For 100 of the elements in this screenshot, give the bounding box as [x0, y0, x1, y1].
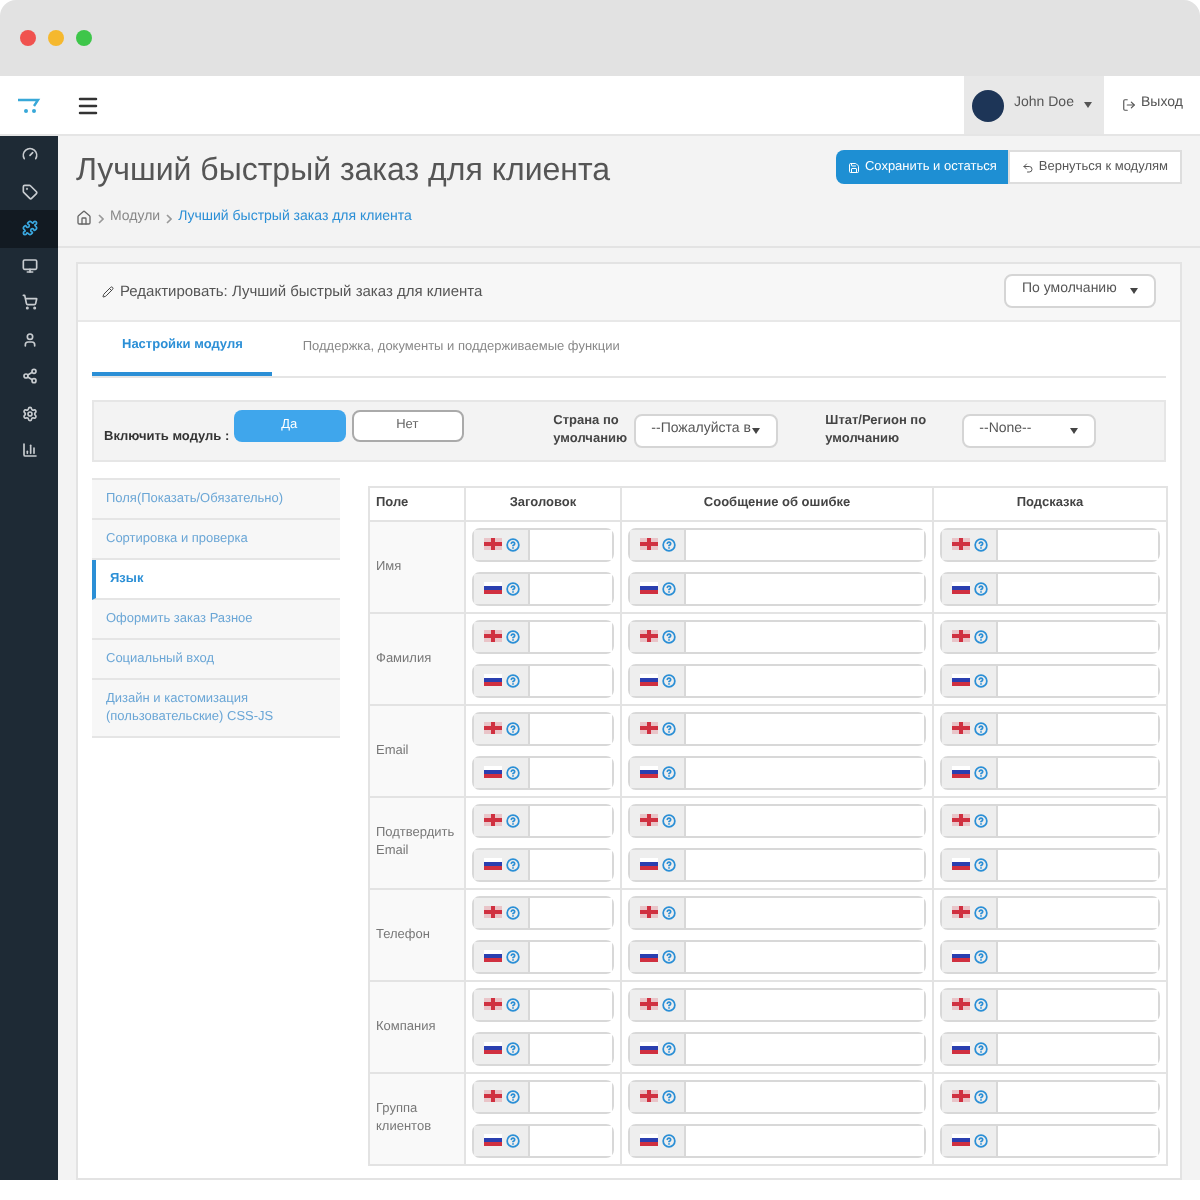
help-icon: [505, 673, 519, 687]
help-icon: [661, 813, 675, 827]
text-input[interactable]: [940, 803, 1160, 837]
help-icon: [973, 1133, 987, 1147]
text-input[interactable]: [472, 895, 614, 929]
russia-flag-icon: [483, 1134, 501, 1146]
help-icon: [505, 1133, 519, 1147]
text-input[interactable]: [472, 939, 614, 973]
help-icon: [505, 857, 519, 871]
text-input[interactable]: [472, 755, 614, 789]
cart-icon: [21, 294, 37, 311]
help-icon: [973, 1041, 987, 1055]
monitor-icon: [21, 257, 37, 274]
uk-flag-icon: [483, 722, 501, 734]
uk-flag-icon: [951, 1090, 969, 1102]
uk-flag-icon: [639, 814, 657, 826]
help-icon: [661, 1133, 675, 1147]
page-title: Лучший быстрый заказ для клиента: [76, 152, 613, 192]
russia-flag-icon: [639, 674, 657, 686]
chevron-icon: [98, 213, 104, 224]
caret-icon: [751, 427, 760, 433]
russia-flag-icon: [639, 950, 657, 962]
help-icon: [505, 1041, 519, 1055]
text-input[interactable]: [628, 987, 926, 1021]
home-icon[interactable]: [76, 210, 92, 227]
russia-flag-icon: [483, 674, 501, 686]
text-input[interactable]: [472, 619, 614, 653]
text-input[interactable]: [628, 1079, 926, 1113]
save-icon: [848, 161, 861, 173]
text-input[interactable]: [472, 1123, 614, 1157]
caret-icon: [1069, 427, 1078, 433]
text-input[interactable]: [628, 619, 926, 653]
uk-flag-icon: [483, 906, 501, 918]
text-input[interactable]: [940, 571, 1160, 605]
text-input[interactable]: [628, 895, 926, 929]
text-input[interactable]: [940, 711, 1160, 745]
help-icon: [505, 581, 519, 595]
text-input[interactable]: [472, 527, 614, 561]
help-icon: [661, 1041, 675, 1055]
text-input[interactable]: [940, 987, 1160, 1021]
text-input[interactable]: [940, 1079, 1160, 1113]
russia-flag-icon: [639, 858, 657, 870]
caret-icon: [1130, 288, 1138, 294]
caret-icon: [1083, 102, 1092, 108]
russia-flag-icon: [951, 858, 969, 870]
text-input[interactable]: [940, 1031, 1160, 1065]
text-input[interactable]: [472, 571, 614, 605]
russia-flag-icon: [639, 766, 657, 778]
logout-icon: [1121, 98, 1136, 112]
text-input[interactable]: [472, 711, 614, 745]
russia-flag-icon: [483, 582, 501, 594]
back-icon: [1022, 161, 1035, 173]
text-input[interactable]: [472, 1079, 614, 1113]
uk-flag-icon: [951, 538, 969, 550]
help-icon: [973, 629, 987, 643]
text-input[interactable]: [628, 803, 926, 837]
russia-flag-icon: [639, 582, 657, 594]
russia-flag-icon: [639, 1042, 657, 1054]
help-icon: [505, 765, 519, 779]
text-input[interactable]: [940, 1123, 1160, 1157]
help-icon: [505, 813, 519, 827]
sidebar-item[interactable]: [0, 210, 58, 247]
text-input[interactable]: [940, 663, 1160, 697]
help-icon: [661, 537, 675, 551]
text-input[interactable]: [940, 895, 1160, 929]
help-icon: [661, 949, 675, 963]
text-input[interactable]: [628, 571, 926, 605]
text-input[interactable]: [940, 619, 1160, 653]
text-input[interactable]: [628, 711, 926, 745]
help-icon: [973, 721, 987, 735]
text-input[interactable]: [628, 1031, 926, 1065]
user-icon: [21, 331, 37, 348]
uk-flag-icon: [639, 630, 657, 642]
text-input[interactable]: [628, 663, 926, 697]
text-input[interactable]: [472, 663, 614, 697]
russia-flag-icon: [483, 1042, 501, 1054]
text-input[interactable]: [628, 847, 926, 881]
text-input[interactable]: [628, 1123, 926, 1157]
help-icon: [661, 997, 675, 1011]
text-input[interactable]: [940, 939, 1160, 973]
russia-flag-icon: [951, 950, 969, 962]
menu-icon[interactable]: [76, 93, 100, 117]
help-icon: [661, 765, 675, 779]
text-input[interactable]: [628, 939, 926, 973]
text-input[interactable]: [628, 755, 926, 789]
help-icon: [661, 673, 675, 687]
uk-flag-icon: [483, 1090, 501, 1102]
text-input[interactable]: [940, 527, 1160, 561]
gauge-icon: [21, 146, 37, 163]
puzzle-icon: [21, 220, 37, 237]
russia-flag-icon: [951, 582, 969, 594]
text-input[interactable]: [940, 755, 1160, 789]
text-input[interactable]: [472, 987, 614, 1021]
text-input[interactable]: [628, 527, 926, 561]
text-input[interactable]: [940, 847, 1160, 881]
text-input[interactable]: [472, 1031, 614, 1065]
text-input[interactable]: [472, 847, 614, 881]
chart-icon: [21, 442, 37, 459]
text-input[interactable]: [472, 803, 614, 837]
uk-flag-icon: [951, 814, 969, 826]
